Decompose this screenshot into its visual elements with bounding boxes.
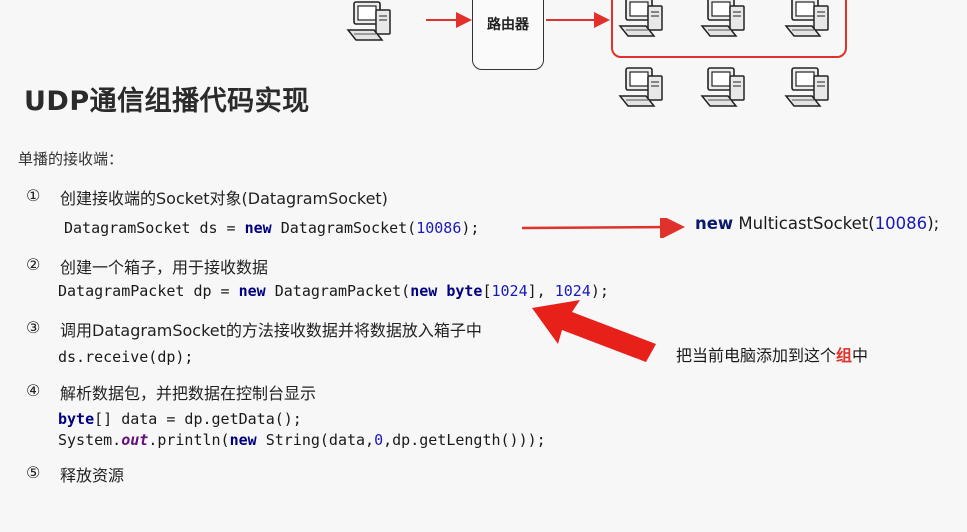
code-text: String(data, bbox=[256, 431, 375, 449]
code-number: 1024 bbox=[491, 282, 528, 300]
step-3-number: ③ bbox=[26, 318, 41, 337]
code-text: ,dp.getLength())); bbox=[383, 431, 546, 449]
code-text: [ bbox=[482, 282, 492, 300]
step-3-text: 调用DatagramSocket的方法接收数据并将数据放入箱子中 bbox=[60, 321, 482, 340]
code-keyword: byte bbox=[446, 282, 483, 300]
code-text: System. bbox=[58, 431, 122, 449]
code-keyword: new bbox=[238, 282, 266, 300]
code-line-3: ds.receive(dp); bbox=[58, 348, 194, 366]
code-line-5: System.out.println(new String(data,0,dp.… bbox=[58, 431, 546, 449]
multicast-group-box bbox=[611, 0, 847, 58]
code-field: out bbox=[121, 431, 149, 449]
code-number: 10086 bbox=[874, 214, 928, 233]
code-keyword: new bbox=[229, 431, 257, 449]
code-text: DatagramSocket( bbox=[271, 219, 417, 237]
code-text: DatagramPacket( bbox=[265, 282, 411, 300]
code-text: MulticastSocket( bbox=[733, 214, 875, 233]
big-red-arrow bbox=[532, 300, 656, 362]
code-keyword: byte bbox=[58, 410, 95, 428]
annotation-note: 把当前电脑添加到这个组中 bbox=[676, 342, 868, 366]
code-line-2: DatagramPacket dp = new DatagramPacket(n… bbox=[58, 282, 609, 300]
step-2-number: ② bbox=[26, 255, 41, 274]
code-number: 0 bbox=[374, 431, 384, 449]
router-label: 路由器 bbox=[487, 17, 529, 33]
pc-icon-4 bbox=[619, 67, 663, 107]
code-text: [] data = dp.getData(); bbox=[94, 410, 302, 428]
step-2-text: 创建一个箱子，用于接收数据 bbox=[60, 258, 269, 277]
arrow-to-multicast bbox=[521, 218, 685, 238]
code-line-1: DatagramSocket ds = new DatagramSocket(1… bbox=[64, 219, 479, 237]
router-box: 路由器 bbox=[472, 0, 544, 70]
pc-icon-5 bbox=[701, 67, 745, 107]
pc-icon-6 bbox=[785, 67, 829, 107]
code-line-4: byte[] data = dp.getData(); bbox=[58, 410, 302, 428]
code-text: DatagramPacket dp = bbox=[58, 282, 239, 300]
code-keyword: new bbox=[695, 214, 734, 233]
note-text: 中 bbox=[852, 346, 869, 365]
multicast-socket-code: new MulticastSocket(10086); bbox=[695, 214, 939, 233]
code-text: ); bbox=[927, 214, 940, 233]
code-number: 10086 bbox=[416, 219, 462, 237]
note-text: 把当前电脑添加到这个 bbox=[676, 346, 837, 365]
code-text: .println( bbox=[148, 431, 230, 449]
page-title: UDP通信组播代码实现 bbox=[24, 86, 310, 117]
step-1-number: ① bbox=[26, 186, 41, 205]
code-keyword: new bbox=[244, 219, 272, 237]
code-keyword: new bbox=[410, 282, 438, 300]
sender-pc-icon bbox=[347, 1, 391, 41]
section-subtitle: 单播的接收端： bbox=[18, 150, 124, 168]
step-5-number: ⑤ bbox=[26, 463, 41, 482]
code-text: DatagramSocket ds = bbox=[64, 219, 245, 237]
code-text: ); bbox=[461, 219, 480, 237]
step-4-number: ④ bbox=[26, 381, 41, 400]
step-1-text: 创建接收端的Socket对象(DatagramSocket) bbox=[60, 189, 388, 208]
step-4-text: 解析数据包，并把数据在控制台显示 bbox=[60, 384, 317, 403]
note-highlight: 组 bbox=[836, 346, 853, 365]
step-5-text: 释放资源 bbox=[60, 466, 125, 485]
